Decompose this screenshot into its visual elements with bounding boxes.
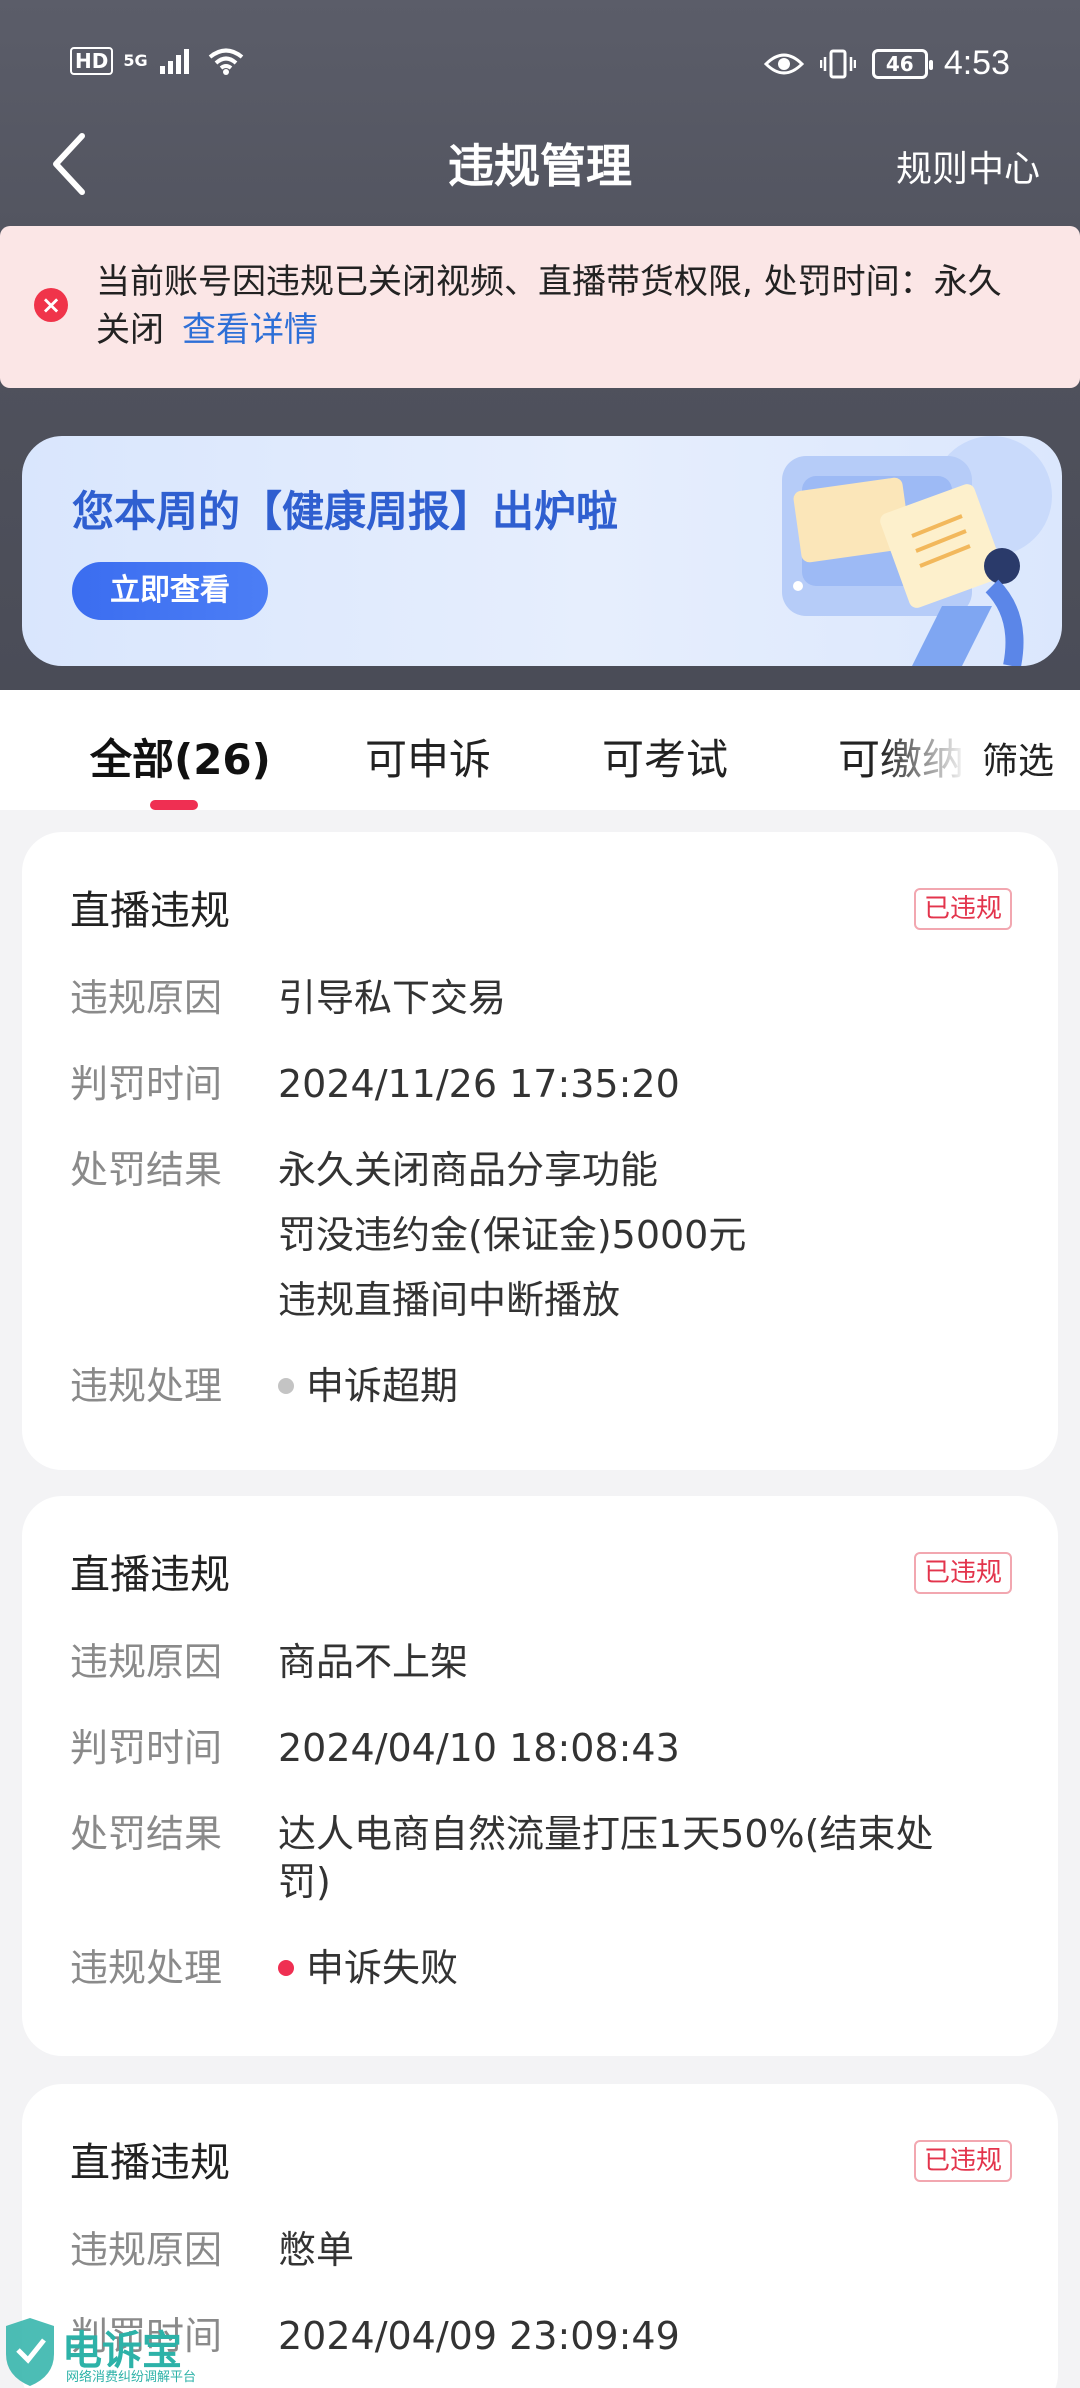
- status-badge: 已违规: [913, 2140, 1012, 2182]
- time-row: 判罚时间 2024/04/10 18:08:43: [70, 1724, 1012, 1772]
- reason-row: 违规原因 憋单: [70, 2226, 1012, 2274]
- view-now-button[interactable]: 立即查看: [72, 562, 268, 620]
- filter-button[interactable]: 筛选: [975, 732, 1054, 784]
- network-label: 5G: [123, 51, 148, 70]
- hd-badge: HD: [70, 47, 114, 75]
- handling-row: 违规处理 申诉失败: [70, 1944, 1012, 1992]
- row-value: 2024/04/10 18:08:43: [278, 1724, 680, 1772]
- watermark-subtitle: 网络消费纠纷调解平台: [66, 2370, 197, 2385]
- tab-fade: [880, 690, 990, 810]
- banner-title: 您本周的【健康周报】出炉啦: [72, 487, 619, 536]
- value-line: 达人电商自然流量打压1天50%(结束处: [278, 1812, 934, 1856]
- card-title: 直播违规: [70, 1552, 230, 1598]
- tab-examinable[interactable]: 可考试: [602, 726, 728, 787]
- row-label: 判罚时间: [70, 1062, 223, 1106]
- row-label: 判罚时间: [70, 1726, 223, 1770]
- row-label: 违规原因: [70, 1640, 223, 1684]
- report-illustration-icon: [782, 436, 1052, 666]
- value-line: 2024/04/09 23:09:49: [278, 2314, 680, 2358]
- row-value: 2024/11/26 17:35:20: [278, 1060, 680, 1108]
- handling-status: 申诉失败: [306, 1946, 459, 1990]
- status-bar: HD 5G 46 4:53: [0, 0, 1080, 130]
- time-row: 判罚时间 2024/11/26 17:35:20: [70, 1060, 1012, 1108]
- status-badge: 已违规: [913, 1552, 1012, 1594]
- health-report-banner[interactable]: 您本周的【健康周报】出炉啦 立即查看: [22, 436, 1062, 666]
- wifi-icon: [208, 48, 243, 75]
- handling-row: 违规处理 申诉超期: [70, 1362, 1012, 1410]
- active-tab-indicator: [150, 800, 198, 810]
- row-value: 申诉超期: [278, 1362, 458, 1410]
- view-details-link[interactable]: 查看详情: [182, 310, 318, 350]
- row-value: 申诉失败: [278, 1944, 458, 1992]
- violation-card[interactable]: 直播违规 已违规 违规原因 引导私下交易 判罚时间 2024/11/26 17:…: [22, 832, 1058, 1470]
- violation-alert: × 当前账号因违规已关闭视频、直播带货权限, 处罚时间：永久关闭 查看详情: [0, 226, 1080, 388]
- value-line: 罚): [278, 1860, 331, 1904]
- close-circle-icon: ×: [34, 288, 68, 322]
- row-value: 2024/04/09 23:09:49: [278, 2312, 680, 2360]
- value-line: 违规直播间中断播放: [278, 1278, 621, 1322]
- tab-all[interactable]: 全部(26): [90, 726, 271, 787]
- status-badge: 已违规: [913, 888, 1012, 930]
- row-label: 违规原因: [70, 2228, 223, 2272]
- rule-center-link[interactable]: 规则中心: [896, 140, 1040, 192]
- vibrate-icon: [819, 49, 856, 78]
- row-label: 处罚结果: [70, 1148, 223, 1192]
- value-line: 憋单: [278, 2228, 355, 2272]
- reason-row: 违规原因 引导私下交易: [70, 974, 1012, 1022]
- tab-bar: 全部(26) 可申诉 可考试 可缴纳 筛选: [0, 690, 1080, 810]
- status-dot: [278, 1377, 294, 1394]
- navigation-bar: 违规管理 规则中心: [0, 120, 1080, 210]
- row-label: 处罚结果: [70, 1812, 223, 1856]
- value-line: 永久关闭商品分享功能: [278, 1148, 659, 1192]
- status-right: 46 4:53: [763, 44, 1010, 83]
- battery-indicator: 46: [871, 48, 933, 79]
- row-value: 憋单: [278, 2226, 354, 2274]
- violation-card[interactable]: 直播违规 已违规 违规原因 商品不上架 判罚时间 2024/04/10 18:0…: [22, 1496, 1058, 2056]
- status-left: HD 5G: [70, 46, 246, 76]
- result-row: 处罚结果 达人电商自然流量打压1天50%(结束处 罚): [70, 1810, 1012, 1906]
- tab-appealable[interactable]: 可申诉: [365, 726, 491, 787]
- eye-icon: [763, 53, 804, 74]
- row-label: 违规处理: [70, 1946, 223, 1990]
- value-line: 引导私下交易: [278, 976, 507, 1020]
- value-line: 商品不上架: [278, 1640, 469, 1684]
- reason-row: 违规原因 商品不上架: [70, 1638, 1012, 1686]
- row-value: 永久关闭商品分享功能 罚没违约金(保证金)5000元 违规直播间中断播放: [278, 1146, 746, 1324]
- row-value: 引导私下交易: [278, 974, 506, 1022]
- handling-status: 申诉超期: [306, 1364, 459, 1408]
- card-title: 直播违规: [70, 888, 230, 934]
- row-label: 违规处理: [70, 1364, 223, 1408]
- value-line: 罚没违约金(保证金)5000元: [278, 1213, 747, 1257]
- row-value: 商品不上架: [278, 1638, 468, 1686]
- signal-icon: [159, 49, 189, 74]
- value-line: 2024/04/10 18:08:43: [278, 1726, 680, 1770]
- row-value: 达人电商自然流量打压1天50%(结束处 罚): [278, 1810, 933, 1906]
- result-row: 处罚结果 永久关闭商品分享功能 罚没违约金(保证金)5000元 违规直播间中断播…: [70, 1146, 1012, 1324]
- value-line: 2024/11/26 17:35:20: [278, 1062, 680, 1106]
- card-title: 直播违规: [70, 2140, 230, 2186]
- status-dot: [278, 1959, 294, 1976]
- row-label: 违规原因: [70, 976, 223, 1020]
- status-time: 4:53: [943, 44, 1010, 82]
